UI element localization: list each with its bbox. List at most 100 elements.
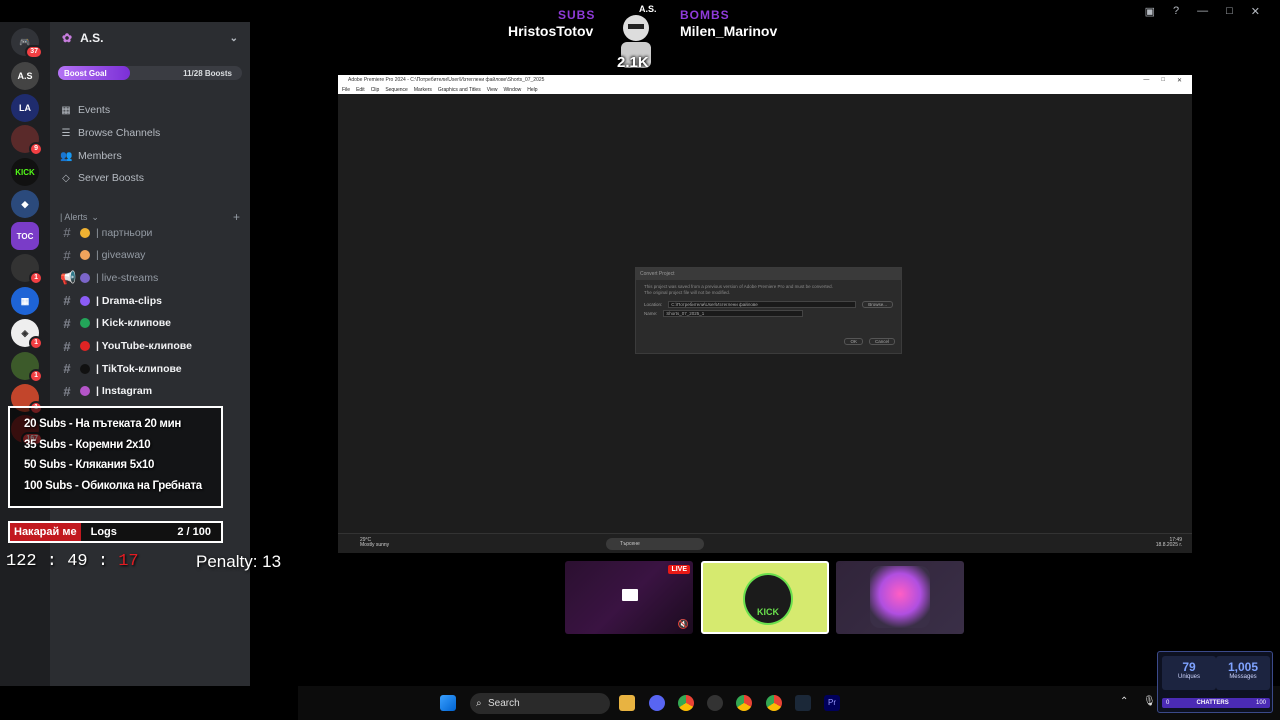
discord-icon[interactable] — [649, 695, 665, 711]
help-icon[interactable]: ? — [1173, 5, 1179, 17]
messages-label: Messages — [1229, 674, 1257, 680]
boost-count: 11/28 Boosts — [183, 68, 232, 78]
chevron-down-icon: ⌄ — [91, 211, 99, 222]
nav-events[interactable]: ▦ Events — [60, 104, 110, 116]
close-icon[interactable]: ✕ — [1177, 77, 1182, 84]
channel-item[interactable]: # | YouTube-клипове — [60, 339, 242, 354]
menu-item[interactable]: Clip — [371, 87, 380, 93]
file-explorer-icon[interactable] — [619, 695, 635, 711]
obs-icon[interactable] — [707, 695, 723, 711]
tray-chevron-icon[interactable]: ⌃ — [1120, 696, 1128, 707]
channel-item[interactable]: # | TikTok-клипове — [60, 361, 242, 376]
menu-item[interactable]: Markers — [414, 87, 432, 93]
mascot-tag: A.S. — [639, 4, 657, 14]
channel-emoji-icon — [80, 295, 90, 306]
start-icon[interactable] — [440, 695, 456, 711]
channel-item[interactable]: # | giveaway — [60, 248, 242, 263]
channel-emoji-icon — [80, 273, 90, 284]
add-channel-icon[interactable]: + — [233, 210, 240, 224]
browse-button[interactable]: Browse... — [862, 301, 893, 308]
menu-item[interactable]: View — [487, 87, 498, 93]
avatar-thumb[interactable] — [836, 561, 964, 634]
server-icon[interactable]: 9 — [11, 125, 43, 156]
discord-home-icon[interactable]: 🎮 37 — [11, 28, 43, 59]
menu-item[interactable]: Graphics and Titles — [438, 87, 481, 93]
captured-search: Търсене — [606, 538, 704, 550]
location-field[interactable]: C:\Потребители\User\Изтеглени файлове — [668, 301, 857, 308]
channel-label: | Drama-clips — [96, 294, 162, 307]
boost-goal-bar[interactable]: Boost Goal 11/28 Boosts — [58, 66, 242, 80]
menu-item[interactable]: Sequence — [385, 87, 408, 93]
server-diamond-icon[interactable]: ◆ — [11, 190, 39, 218]
nav-label: Server Boosts — [78, 172, 144, 184]
logs-bar: Накарай ме Logs 2 / 100 — [8, 521, 223, 543]
maximize-icon[interactable]: □ — [1226, 5, 1233, 17]
server-toc-icon[interactable]: TOC — [11, 222, 39, 250]
sub-goal: 35 Subs - Коремни 2x10 — [24, 438, 151, 451]
logs-label: Logs — [90, 526, 117, 538]
channel-label: | live-streams — [96, 272, 159, 285]
server-as-icon[interactable]: A.S — [11, 62, 39, 90]
nav-members[interactable]: 👥 Members — [60, 150, 122, 162]
uniques-value: 79 — [1182, 660, 1196, 674]
microphone-icon[interactable]: 🎙 — [1143, 696, 1156, 707]
discord-window-controls: ▣ ? — □ ✕ — [1145, 0, 1280, 22]
channel-label: | YouTube-клипове — [96, 340, 192, 352]
hash-icon: # — [63, 383, 71, 399]
server-grid-icon[interactable]: ▦ — [11, 287, 39, 315]
close-icon[interactable]: ✕ — [1251, 5, 1260, 18]
sub-goal: 100 Subs - Обиколка на Гребната — [24, 479, 202, 492]
channel-item[interactable]: # | Drama-clips — [60, 293, 242, 308]
menu-item[interactable]: Help — [527, 87, 537, 93]
category-alerts[interactable]: | Alerts ⌄ + — [60, 210, 240, 224]
chevron-down-icon[interactable]: ⌄ — [230, 33, 238, 44]
channel-item[interactable]: 📢 | live-streams — [60, 270, 242, 286]
logs-prefix: Накарай ме — [10, 523, 81, 541]
premiere-window: Adobe Premiere Pro 2024 - C:\Потребители… — [338, 75, 1192, 553]
hash-icon: # — [63, 225, 71, 240]
messages-value: 1,005 — [1227, 660, 1259, 674]
server-la-icon[interactable]: LA — [11, 94, 39, 122]
channel-item[interactable]: # | Instagram — [60, 384, 242, 399]
chrome-icon[interactable] — [766, 695, 782, 711]
channel-emoji-icon — [80, 250, 90, 261]
mascot-count: 2.1K — [617, 54, 649, 71]
chat-stats-widget: 79 Uniques 1,005 Messages 0 CHATTERS 100 — [1157, 651, 1273, 713]
server-icon[interactable]: ◈ 1 — [11, 319, 43, 350]
ok-button[interactable]: OK — [844, 338, 863, 345]
bombs-label: BOMBS — [680, 8, 730, 22]
name-field[interactable]: Shorts_07_2025_1 — [663, 310, 804, 317]
server-kick-icon[interactable]: KICK — [11, 158, 39, 186]
maximize-icon[interactable]: □ — [1161, 77, 1165, 84]
category-label: | Alerts — [60, 212, 88, 222]
server-icon[interactable]: 1 — [11, 352, 43, 383]
uniques-stat: 79 Uniques — [1162, 656, 1216, 690]
premiere-icon[interactable]: Pr — [824, 695, 840, 711]
channel-item[interactable]: # | партньори — [60, 225, 242, 240]
taskbar-search[interactable]: ⌕ Search — [470, 693, 610, 714]
muted-icon[interactable]: 🔇 — [678, 619, 689, 630]
dialog-title: Convert Project — [636, 268, 901, 280]
nav-server-boosts[interactable]: ◇ Server Boosts — [60, 172, 144, 184]
steam-icon[interactable] — [795, 695, 811, 711]
channel-item[interactable]: # | Kick-клипове — [60, 316, 242, 331]
stream-timer: 122 : 49 : 17 — [6, 552, 139, 571]
server-header[interactable]: ✿ A.S. ⌄ — [50, 22, 250, 54]
members-icon: 👥 — [60, 150, 73, 162]
timer-main: 122 : 49 : — [6, 552, 119, 571]
menu-item[interactable]: File — [342, 87, 350, 93]
server-icon[interactable]: 1 — [11, 254, 43, 285]
menu-item[interactable]: Window — [503, 87, 521, 93]
chrome-icon[interactable] — [736, 695, 752, 711]
location-label: Location: — [644, 302, 663, 307]
chrome-icon[interactable] — [678, 695, 694, 711]
minimize-icon[interactable]: — — [1143, 77, 1149, 84]
stream-preview-thumb[interactable]: LIVE 🔇 — [565, 561, 693, 634]
minimize-icon[interactable]: — — [1197, 5, 1208, 17]
cancel-button[interactable]: Cancel — [868, 338, 895, 345]
menu-item[interactable]: Edit — [356, 87, 365, 93]
nav-browse-channels[interactable]: ☰ Browse Channels — [60, 127, 161, 139]
kick-logo-thumb[interactable]: KICK — [701, 561, 829, 634]
captured-taskbar: 29°C Mostly sunny Търсене 17:49 18.8.2025 … — [338, 533, 1192, 553]
inbox-icon[interactable]: ▣ — [1145, 5, 1155, 18]
